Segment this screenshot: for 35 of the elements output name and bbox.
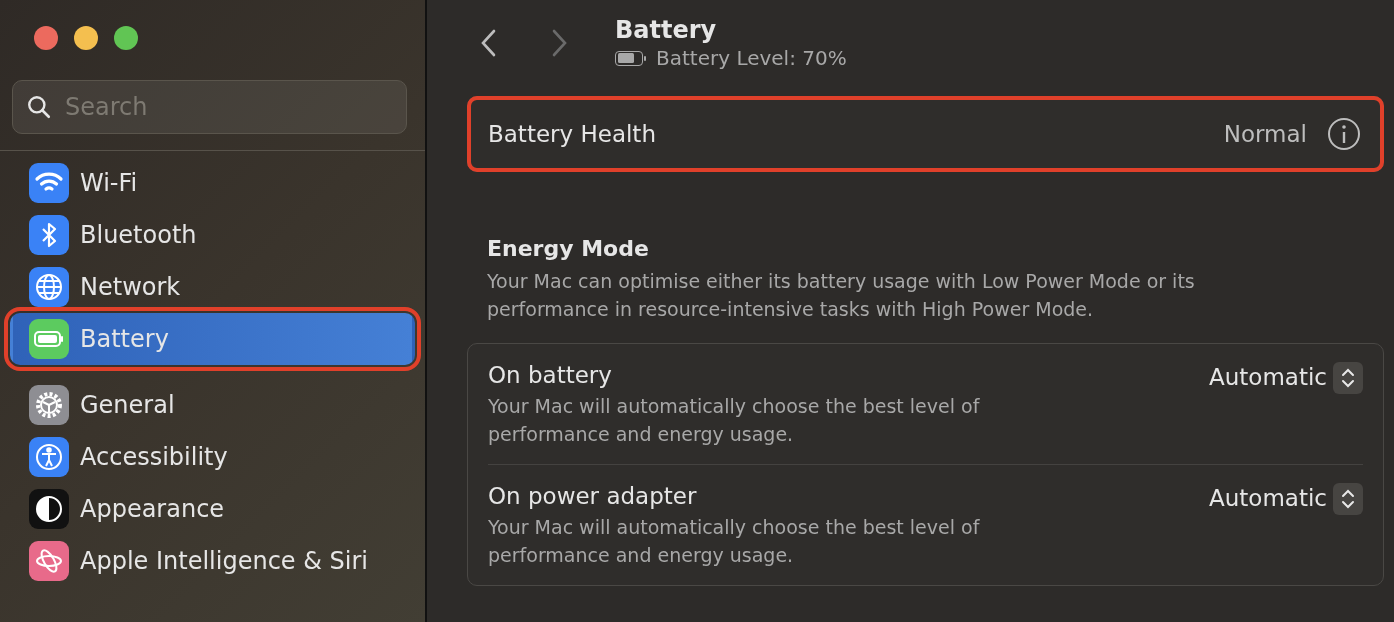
stepper-icon <box>1333 362 1363 394</box>
row-label: Battery Health <box>488 121 657 147</box>
gear-icon <box>29 385 69 425</box>
page-title: Battery <box>615 16 718 44</box>
battery-icon <box>29 319 69 359</box>
section-title: Energy Mode <box>487 236 650 261</box>
bluetooth-icon <box>29 215 69 255</box>
globe-icon <box>29 267 69 307</box>
sidebar-item[interactable]: General <box>10 379 415 431</box>
stepper-icon <box>1333 483 1363 515</box>
appearance-icon <box>29 489 69 529</box>
info-icon[interactable] <box>1327 117 1361 151</box>
row-description: Your Mac will automatically choose the best level of performance and energy usage. <box>488 394 981 447</box>
sidebar-item[interactable]: Network <box>10 261 415 313</box>
close-window-button[interactable] <box>34 26 58 50</box>
battery-level-text: Battery Level: 70% <box>656 46 847 70</box>
sidebar-item[interactable]: Wi-Fi <box>10 157 415 209</box>
section-description: Your Mac can optimise either its battery usage with Low Power Mode or its performance in resource-intensive tasks with High Power Mode. <box>487 269 1196 322</box>
search-field[interactable]: Search <box>12 80 407 134</box>
row-description: Your Mac will automatically choose the best level of performance and energy usage. <box>488 515 981 568</box>
minimize-window-button[interactable] <box>74 26 98 50</box>
sidebar-item[interactable]: Appearance <box>10 483 415 535</box>
battery-health-row[interactable]: Battery Health Normal <box>467 96 1384 172</box>
energy-mode-popup[interactable]: Automatic <box>1209 483 1363 569</box>
row-label: On battery <box>488 362 613 388</box>
row-value: Normal <box>1223 121 1307 147</box>
search-icon <box>26 94 52 120</box>
zoom-window-button[interactable] <box>114 26 138 50</box>
sidebar-item[interactable]: Bluetooth <box>10 209 415 261</box>
sidebar-item[interactable]: Accessibility <box>10 431 415 483</box>
sidebar-item[interactable]: Apple Intelligence & Siri <box>10 535 415 587</box>
wifi-icon <box>29 163 69 203</box>
row-label: On power adapter <box>488 483 698 509</box>
accessibility-icon <box>29 437 69 477</box>
energy-mode-popup[interactable]: Automatic <box>1209 362 1363 448</box>
